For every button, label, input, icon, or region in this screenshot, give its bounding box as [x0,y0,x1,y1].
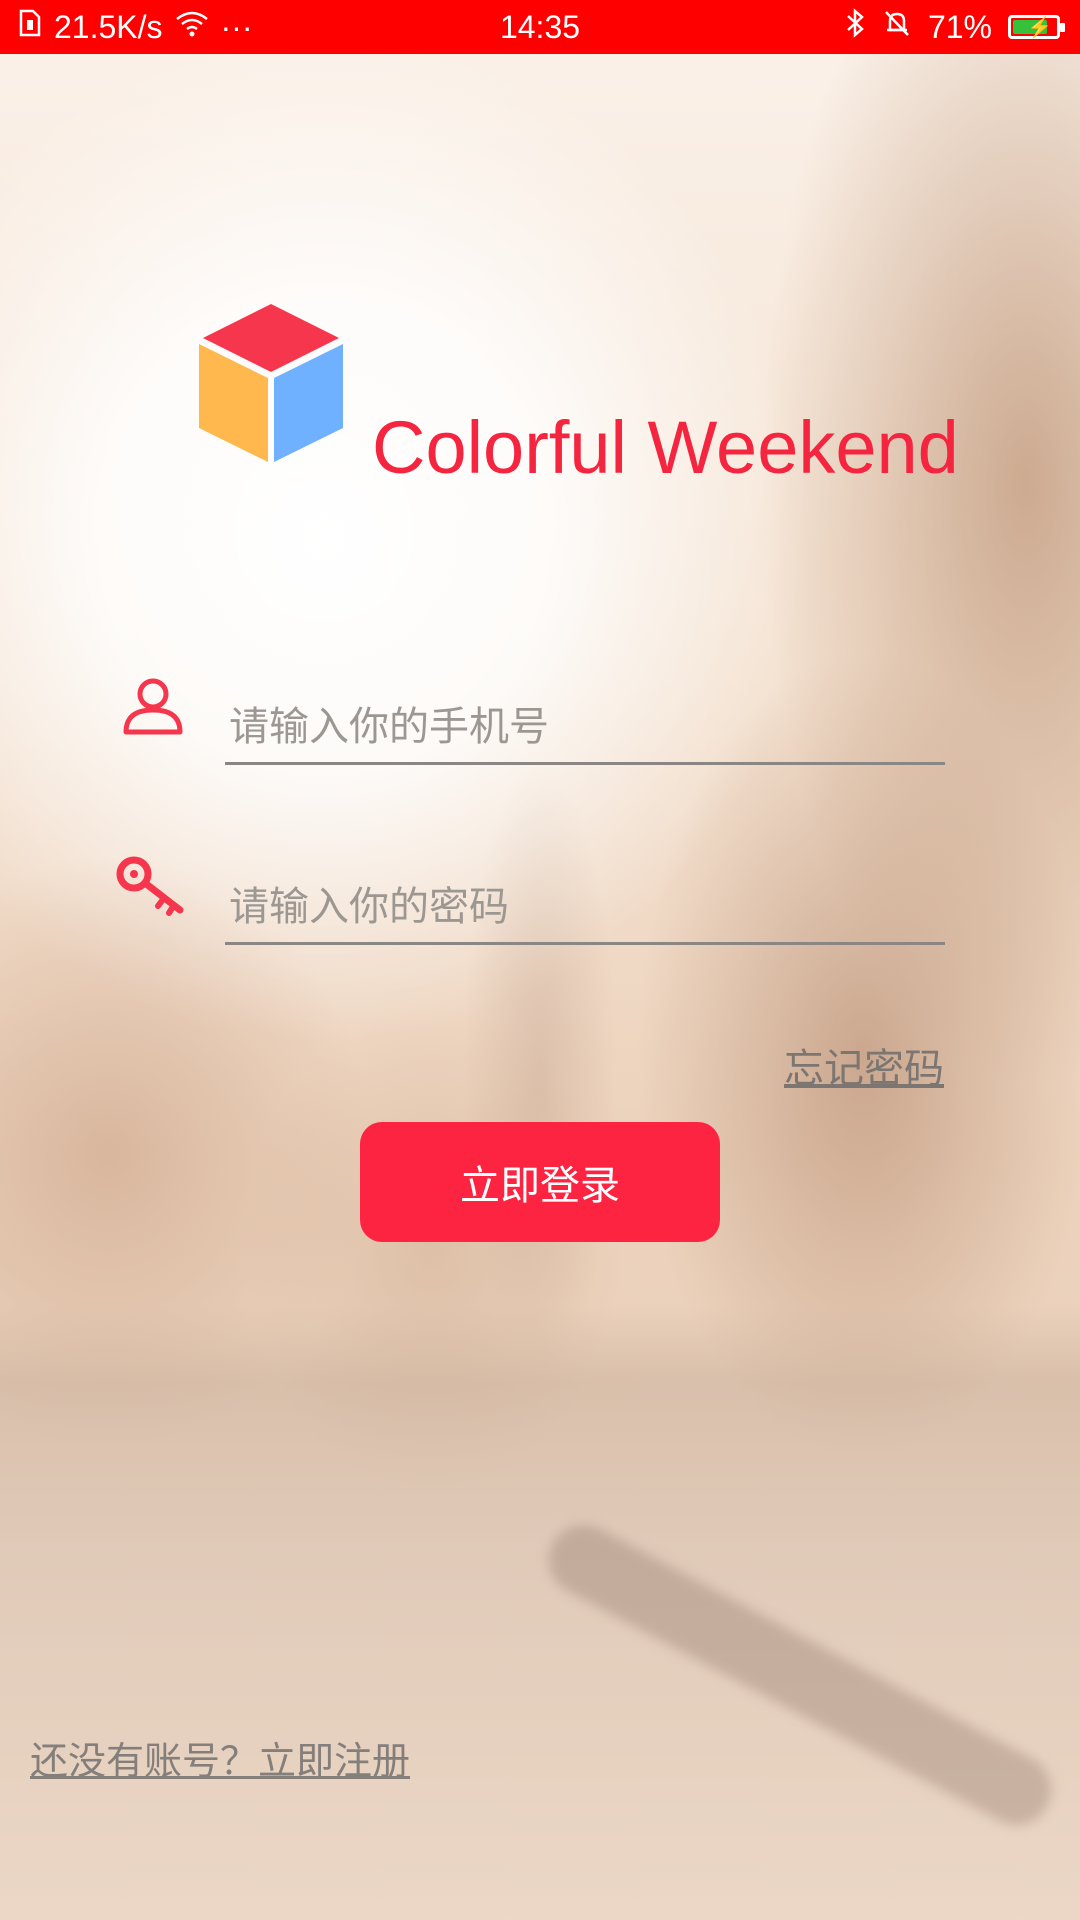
app-logo-cube [196,300,346,470]
background-photo [0,0,1080,1920]
user-icon [118,670,188,740]
login-button[interactable]: 立即登录 [360,1122,720,1242]
app-title: Colorful Weekend [372,406,959,489]
status-bar: 21.5K/s ··· 14:35 71% ⚡ [0,0,1080,54]
phone-field[interactable] [225,692,945,765]
register-link[interactable]: 还没有账号？立即注册 [30,1730,410,1785]
alarm-icon [882,8,912,46]
forgot-password-link[interactable]: 忘记密码 [784,1036,944,1094]
key-icon [114,852,184,922]
password-field[interactable] [225,872,945,945]
battery-icon: ⚡ [1008,15,1065,39]
phone-input[interactable] [225,692,945,762]
bluetooth-icon [844,8,866,46]
password-input[interactable] [225,872,945,942]
battery-percent: 71% [927,8,992,45]
